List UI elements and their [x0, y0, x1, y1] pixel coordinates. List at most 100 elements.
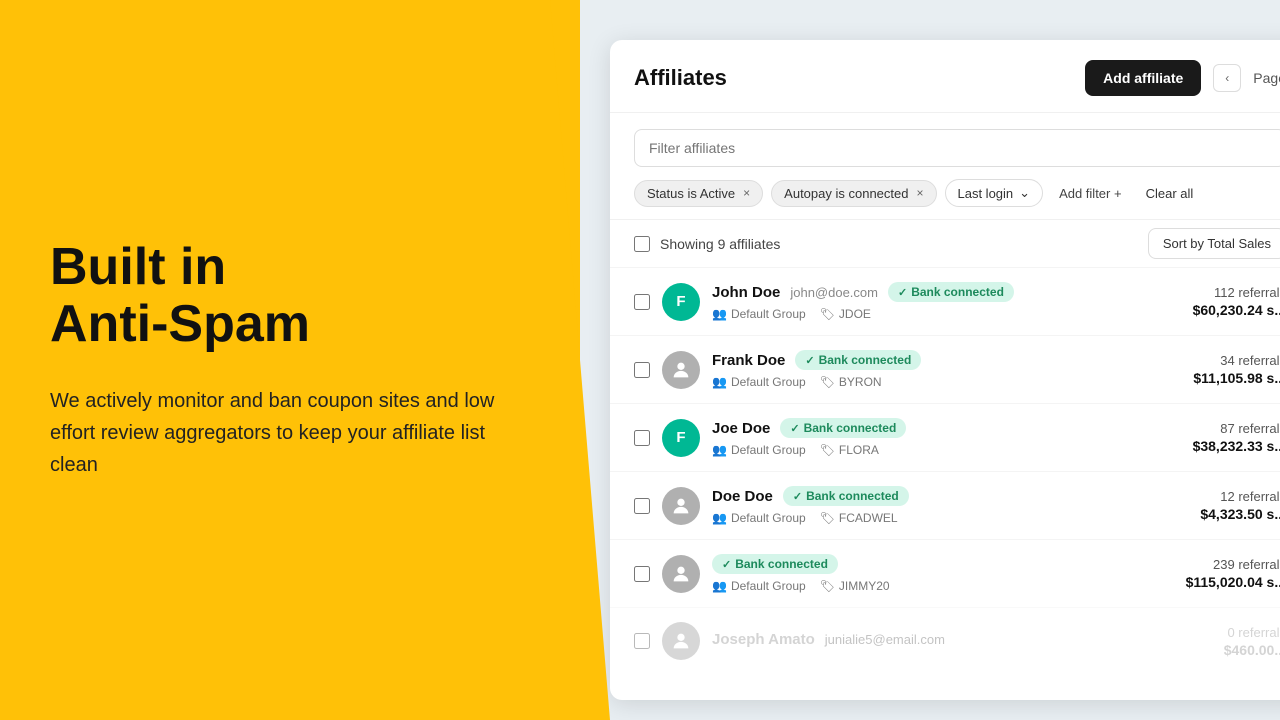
affiliate-group: 👥 Default Group — [712, 375, 806, 389]
chevron-down-icon: ⌄ — [1019, 185, 1030, 201]
table-row[interactable]: Frank Doe Bank connected 👥 Default Group… — [610, 335, 1280, 403]
filter-chip-lastlogin[interactable]: Last login ⌄ — [945, 179, 1044, 207]
bank-connected-badge: Bank connected — [888, 282, 1014, 302]
referrals-count: 12 referrals — [1126, 489, 1280, 504]
sales-amount: $460.00... — [1126, 642, 1280, 658]
group-icon: 👥 — [712, 579, 727, 593]
row-checkbox[interactable] — [634, 294, 650, 310]
affiliate-coupon: 🏷 FLORA — [820, 443, 879, 457]
sales-amount: $11,105.98 s... — [1126, 370, 1280, 386]
bank-connected-badge: Bank connected — [783, 486, 909, 506]
header-right: Add affiliate ‹ Page — [1085, 60, 1280, 96]
referrals-count: 34 referrals — [1126, 353, 1280, 368]
avatar — [662, 555, 700, 593]
app-card: Affiliates Add affiliate ‹ Page Status i… — [610, 40, 1280, 700]
filter-chip-status[interactable]: Status is Active × — [634, 180, 763, 207]
row-checkbox[interactable] — [634, 566, 650, 582]
row-checkbox[interactable] — [634, 498, 650, 514]
app-title: Affiliates — [634, 65, 727, 91]
affiliate-name: John Doe — [712, 284, 780, 301]
sales-amount: $115,020.04 s... — [1126, 574, 1280, 590]
affiliate-coupon: 🏷 JIMMY20 — [820, 579, 890, 593]
affiliate-list: F John Doe john@doe.com Bank connected 👥… — [610, 267, 1280, 674]
affiliate-name: Joseph Amato — [712, 631, 815, 648]
referrals-count: 0 referrals — [1126, 625, 1280, 640]
search-area — [610, 113, 1280, 179]
add-affiliate-button[interactable]: Add affiliate — [1085, 60, 1201, 96]
affiliate-info: Joseph Amato junialie5@email.com — [712, 631, 1114, 652]
coupon-icon: 🏷 — [820, 307, 835, 321]
avatar — [662, 351, 700, 389]
filter-row: Status is Active × Autopay is connected … — [610, 179, 1280, 219]
referrals-count: 239 referrals — [1126, 557, 1280, 572]
add-filter-button[interactable]: Add filter + — [1051, 181, 1130, 206]
table-row[interactable]: Bank connected 👥 Default Group 🏷 JIMMY20 — [610, 539, 1280, 607]
group-icon: 👥 — [712, 375, 727, 389]
filter-chip-autopay[interactable]: Autopay is connected × — [771, 180, 936, 207]
referrals-count: 87 referrals — [1126, 421, 1280, 436]
avatar: F — [662, 419, 700, 457]
affiliate-info: Frank Doe Bank connected 👥 Default Group… — [712, 350, 1114, 389]
affiliate-coupon: 🏷 BYRON — [820, 375, 882, 389]
affiliate-stats: 87 referrals $38,232.33 s... — [1126, 421, 1280, 454]
affiliate-stats: 34 referrals $11,105.98 s... — [1126, 353, 1280, 386]
group-icon: 👥 — [712, 307, 727, 321]
page-indicator: Page — [1253, 70, 1280, 86]
right-panel: Affiliates Add affiliate ‹ Page Status i… — [580, 0, 1280, 720]
affiliate-info: Joe Doe Bank connected 👥 Default Group 🏷… — [712, 418, 1114, 457]
referrals-count: 112 referrals — [1126, 285, 1280, 300]
affiliate-name: Doe Doe — [712, 488, 773, 505]
coupon-icon: 🏷 — [820, 443, 835, 457]
hero-title: Built in Anti-Spam — [50, 239, 530, 353]
remove-autopay-filter-icon[interactable]: × — [916, 186, 923, 200]
select-all-checkbox[interactable] — [634, 236, 650, 252]
affiliate-info: Doe Doe Bank connected 👥 Default Group 🏷… — [712, 486, 1114, 525]
affiliate-email: junialie5@email.com — [825, 632, 945, 647]
avatar — [662, 622, 700, 660]
avatar: F — [662, 283, 700, 321]
hero-subtitle: We actively monitor and ban coupon sites… — [50, 385, 530, 481]
affiliate-name: Joe Doe — [712, 420, 770, 437]
row-checkbox[interactable] — [634, 362, 650, 378]
table-row[interactable]: F John Doe john@doe.com Bank connected 👥… — [610, 267, 1280, 335]
coupon-icon: 🏷 — [820, 375, 835, 389]
affiliate-info: Bank connected 👥 Default Group 🏷 JIMMY20 — [712, 554, 1114, 593]
table-header: Showing 9 affiliates Sort by Total Sales — [610, 219, 1280, 267]
table-row[interactable]: Doe Doe Bank connected 👥 Default Group 🏷… — [610, 471, 1280, 539]
affiliate-coupon: 🏷 JDOE — [820, 307, 871, 321]
avatar — [662, 487, 700, 525]
prev-page-button[interactable]: ‹ — [1213, 64, 1241, 92]
bank-connected-badge: Bank connected — [795, 350, 921, 370]
clear-all-button[interactable]: Clear all — [1138, 181, 1202, 206]
sales-amount: $4,323.50 s... — [1126, 506, 1280, 522]
table-row[interactable]: Joseph Amato junialie5@email.com 0 refer… — [610, 607, 1280, 674]
affiliate-info: John Doe john@doe.com Bank connected 👥 D… — [712, 282, 1114, 321]
sort-button[interactable]: Sort by Total Sales — [1148, 228, 1280, 259]
affiliate-group: 👥 Default Group — [712, 443, 806, 457]
bank-connected-badge: Bank connected — [712, 554, 838, 574]
search-input[interactable] — [634, 129, 1280, 167]
table-row[interactable]: F Joe Doe Bank connected 👥 Default Group… — [610, 403, 1280, 471]
coupon-icon: 🏷 — [820, 511, 835, 525]
remove-status-filter-icon[interactable]: × — [743, 186, 750, 200]
affiliate-stats: 239 referrals $115,020.04 s... — [1126, 557, 1280, 590]
affiliate-email: john@doe.com — [790, 285, 878, 300]
bank-connected-badge: Bank connected — [780, 418, 906, 438]
row-checkbox[interactable] — [634, 633, 650, 649]
affiliate-name: Frank Doe — [712, 352, 785, 369]
affiliate-stats: 112 referrals $60,230.24 s... — [1126, 285, 1280, 318]
app-header: Affiliates Add affiliate ‹ Page — [610, 40, 1280, 113]
group-icon: 👥 — [712, 511, 727, 525]
row-checkbox[interactable] — [634, 430, 650, 446]
showing-label: Showing 9 affiliates — [634, 236, 780, 252]
affiliate-stats: 12 referrals $4,323.50 s... — [1126, 489, 1280, 522]
left-panel: Built in Anti-Spam We actively monitor a… — [0, 0, 580, 720]
coupon-icon: 🏷 — [820, 579, 835, 593]
affiliate-group: 👥 Default Group — [712, 511, 806, 525]
affiliate-coupon: 🏷 FCADWEL — [820, 511, 898, 525]
group-icon: 👥 — [712, 443, 727, 457]
sales-amount: $60,230.24 s... — [1126, 302, 1280, 318]
sales-amount: $38,232.33 s... — [1126, 438, 1280, 454]
affiliate-group: 👥 Default Group — [712, 579, 806, 593]
affiliate-group: 👥 Default Group — [712, 307, 806, 321]
